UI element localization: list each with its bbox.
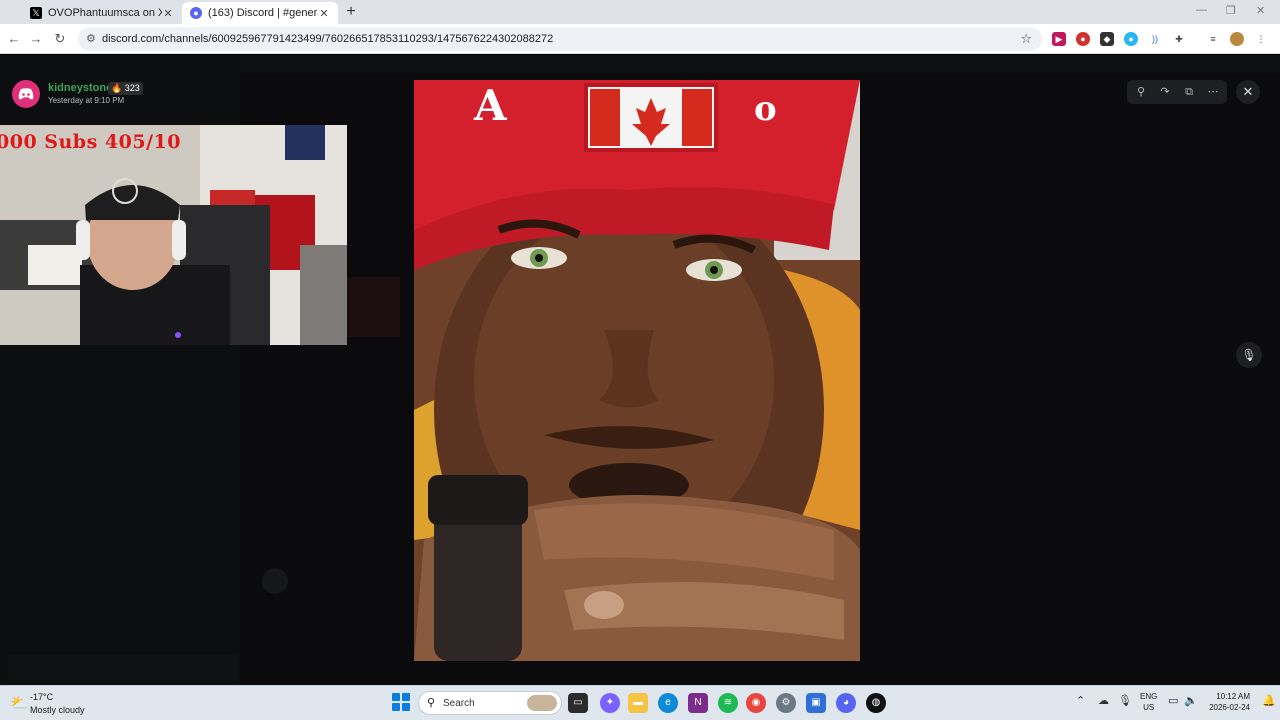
forward-share-icon[interactable]: ↷ [1157, 84, 1173, 100]
site-info-icon[interactable]: ⚙ [86, 32, 96, 45]
notifications-bell-icon[interactable]: 🔔 [1262, 694, 1276, 707]
discord-logo-icon: ● [190, 7, 202, 19]
read-aloud-icon[interactable]: )) [1148, 32, 1162, 46]
bookmark-star-icon[interactable]: ☆ [1020, 31, 1032, 47]
browser-toolbar: ← → ↻ ⚙ discord.com/channels/60092596779… [0, 24, 1280, 54]
search-highlight-icon [527, 695, 557, 711]
tray-microphone-icon[interactable]: 🎙 [1118, 694, 1132, 707]
discord-logo-icon [18, 88, 34, 100]
more-options-icon[interactable]: ⋯ [1205, 84, 1221, 100]
system-clock[interactable]: 10:12 AM 2026-02-24 [1200, 691, 1250, 713]
region-code: US [1143, 703, 1155, 712]
tab-close-icon[interactable]: ✕ [318, 7, 330, 20]
file-explorer-icon[interactable]: ▬ [628, 693, 648, 713]
copilot-icon[interactable]: ✦ [600, 693, 620, 713]
tab-close-icon[interactable]: ✕ [162, 7, 174, 20]
clock-date: 2026-02-24 [1209, 703, 1250, 712]
windows-start-icon[interactable] [392, 693, 410, 711]
extension-icon[interactable]: ▶ [1052, 32, 1066, 46]
open-in-browser-icon[interactable]: ⧉ [1181, 84, 1197, 100]
zoom-icon[interactable]: ⚲ [1133, 84, 1149, 100]
svg-text:o: o [754, 89, 777, 129]
tab-title: (163) Discord | #general | Toron [208, 7, 318, 19]
chrome-icon[interactable]: ◉ [746, 693, 766, 713]
browser-menu-icon[interactable]: ⋮ [1254, 32, 1268, 46]
badge-count: 323 [124, 83, 140, 93]
tab-x-post[interactable]: 𝕏 OVOPhantuumsca on X: "Can't ✕ [22, 2, 182, 24]
extension-icon[interactable]: ◆ [1100, 32, 1114, 46]
svg-text:A: A [473, 81, 508, 130]
author-name[interactable]: kidneystone [48, 82, 112, 94]
search-placeholder: Search [443, 698, 475, 709]
address-bar[interactable]: ⚙ discord.com/channels/60092596779142349… [78, 27, 1042, 51]
spotify-icon[interactable]: ≋ [718, 693, 738, 713]
network-icon[interactable]: ▭ [1168, 694, 1178, 707]
back-arrow-icon[interactable]: ← [6, 31, 22, 47]
minimize-icon[interactable]: — [1196, 4, 1207, 16]
weather-cloud-sun-icon: ⛅ [10, 695, 29, 712]
screen: 𝕏 OVOPhantuumsca on X: "Can't ✕ ● (163) … [0, 0, 1280, 720]
subs-goal-text: 000 Subs 405/10 [0, 131, 181, 153]
edge-icon[interactable]: e [658, 693, 678, 713]
windows-taskbar: ⛅ -17°C Mostly cloudy ⚲ Search ▭ ✦ ▬ e N… [0, 685, 1280, 720]
language-code: ENG [1140, 692, 1158, 701]
media-controls-icon[interactable]: ≡ [1206, 32, 1220, 46]
extension-icon[interactable]: ● [1076, 32, 1090, 46]
x-logo-icon: 𝕏 [30, 7, 42, 19]
volume-icon[interactable]: 🔈 [1184, 694, 1198, 707]
browser-tab-bar: 𝕏 OVOPhantuumsca on X: "Can't ✕ ● (163) … [0, 0, 1280, 24]
settings-gear-icon[interactable]: ⚙ [776, 693, 796, 713]
weather-temperature: -17°C [30, 692, 54, 702]
image-viewer-toolbar: ⚲ ↷ ⧉ ⋯ [1127, 80, 1227, 104]
author-badge: 🔥 323 [108, 82, 143, 95]
profile-avatar[interactable] [1230, 32, 1244, 46]
tab-title: OVOPhantuumsca on X: "Can't [48, 7, 162, 19]
webcam-feed-image [0, 125, 347, 345]
extension-icon[interactable]: ● [1124, 32, 1138, 46]
webcam-overlay: 000 Subs 405/10 [0, 125, 347, 345]
microphone-icon[interactable]: 🎙 [1236, 342, 1262, 368]
discord-taskbar-icon[interactable]: ◕ [836, 693, 856, 713]
restore-icon[interactable]: ❐ [1226, 4, 1236, 17]
nzxt-icon[interactable]: N [688, 693, 708, 713]
search-icon: ⚲ [427, 697, 436, 709]
new-tab-button[interactable]: + [342, 3, 360, 21]
input-language[interactable]: ENG US [1140, 691, 1157, 713]
tray-overflow-chevron-icon[interactable]: ⌃ [1076, 694, 1085, 707]
url-text[interactable]: discord.com/channels/600925967791423499/… [102, 33, 553, 45]
viewed-image: A o [414, 80, 860, 661]
weather-condition: Mostly cloudy [30, 705, 85, 715]
taskbar-search[interactable]: ⚲ Search [418, 691, 562, 715]
cloud-sync-icon[interactable]: ☁ [1098, 694, 1109, 707]
author-avatar[interactable] [12, 80, 40, 108]
message-timestamp: Yesterday at 9:10 PM [48, 96, 125, 105]
forward-arrow-icon[interactable]: → [28, 31, 44, 47]
reload-icon[interactable]: ↻ [52, 31, 68, 47]
extensions-puzzle-icon[interactable]: ✚ [1172, 32, 1186, 46]
remote-desktop-icon[interactable]: ▣ [806, 693, 826, 713]
window-close-icon[interactable]: ✕ [1256, 4, 1265, 17]
tab-discord[interactable]: ● (163) Discord | #general | Toron ✕ [182, 2, 338, 24]
clock-time: 10:12 AM [1216, 692, 1250, 701]
close-viewer-button[interactable]: ✕ [1236, 80, 1260, 104]
obs-icon[interactable]: ◍ [866, 693, 886, 713]
portrait-photo: A o [414, 80, 860, 661]
task-view-icon[interactable]: ▭ [568, 693, 588, 713]
